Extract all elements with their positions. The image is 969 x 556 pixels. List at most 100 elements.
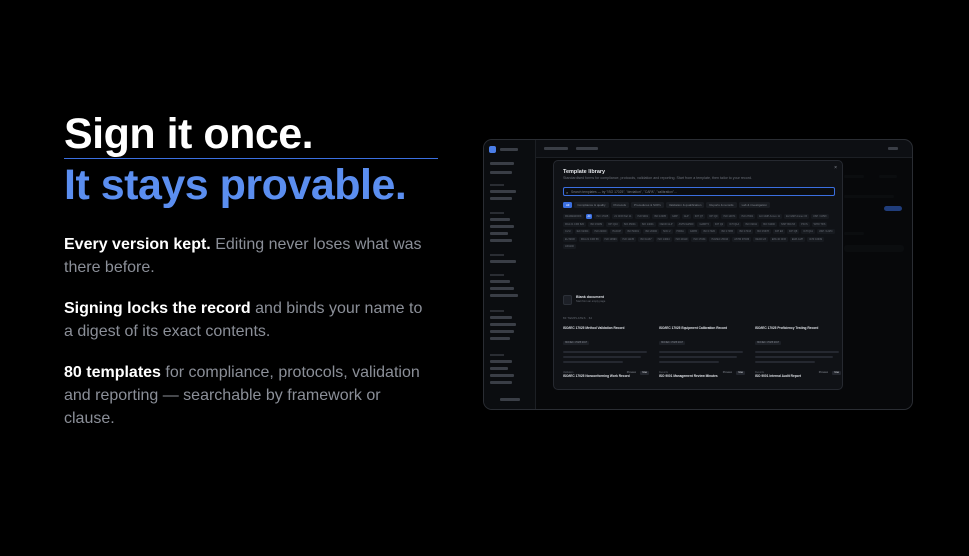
framework-chip[interactable]: ISO 11137 xyxy=(638,236,654,242)
framework-chip[interactable]: ISO 9001 xyxy=(635,214,651,219)
tab-5[interactable]: Reports & records xyxy=(706,202,737,208)
framework-chip[interactable]: EU GMP Annex 11 xyxy=(757,214,783,219)
framework-chip[interactable]: OECD 23 xyxy=(753,236,768,242)
tab-1[interactable]: Compliance & quality xyxy=(574,202,609,208)
framework-chip[interactable]: ISO 14001 xyxy=(639,221,656,227)
sidebar xyxy=(484,140,536,409)
hero: Sign it once. It stays provable. Every v… xyxy=(64,110,444,430)
framework-chip[interactable]: GLP xyxy=(681,214,691,219)
framework-chip[interactable]: ISO 27001 xyxy=(739,214,756,219)
framework-chip[interactable]: ISO 13485 xyxy=(652,214,668,219)
framework-chip[interactable]: ISO 50001 xyxy=(625,229,642,234)
tab-0[interactable]: All xyxy=(563,202,573,208)
framework-chip[interactable]: ISO 11135 xyxy=(620,236,637,242)
framework-chip[interactable]: PIC/S xyxy=(799,221,810,227)
template-library-modal: Template library Standardised forms for … xyxy=(553,160,843,390)
template-card[interactable]: ISO/IEC 17025 Proficiency Testing Record… xyxy=(755,326,841,376)
feature-templates: 80 templates for compliance, protocols, … xyxy=(64,364,420,427)
framework-chip[interactable]: ISO/IEC 25010 xyxy=(709,236,731,242)
framework-chip[interactable]: ISO 17025 xyxy=(594,214,611,219)
modal-title: Template library xyxy=(563,169,606,175)
framework-chip[interactable]: GMP xyxy=(669,214,680,219)
framework-chip[interactable]: ASTM E2500 xyxy=(676,221,696,227)
template-card-title: ISO 9001 Management Review Minutes xyxy=(659,374,718,378)
framework-chip[interactable]: ISO 15378 xyxy=(754,229,771,234)
framework-chip[interactable]: AS9100 xyxy=(563,244,576,249)
framework-chip[interactable]: ISO 14644 xyxy=(655,236,672,242)
template-search-input[interactable]: ⌕ Search templates — try "ISO 17025", "d… xyxy=(563,187,835,196)
tab-6[interactable]: Lab & investigation xyxy=(738,202,770,208)
framework-chip[interactable]: ISO 17020 xyxy=(701,229,718,234)
template-card-description xyxy=(563,351,647,353)
framework-chip[interactable]: ICH Q11 xyxy=(801,229,815,234)
framework-chip[interactable]: ISO 45001 xyxy=(621,221,638,227)
framework-chip[interactable]: EU GMP Annex 15 xyxy=(784,214,809,219)
framework-chip[interactable]: FDA 21 CFR 58 xyxy=(578,236,601,242)
tab-4[interactable]: Validation & qualification xyxy=(665,202,705,208)
framework-chip[interactable]: ISO 19011 xyxy=(743,221,759,227)
tab-2[interactable]: Protocols xyxy=(610,202,630,208)
framework-filter-chips: FRAMEWORK All ISO 17025 21 CFR Part 11 ISO 9… xyxy=(563,214,838,252)
feature-signing: Signing locks the record and binds your … xyxy=(64,300,423,340)
framework-chip[interactable]: EPA 40 CFR xyxy=(769,236,788,242)
framework-chip[interactable]: ICH Q1A xyxy=(727,221,742,227)
template-card[interactable]: ISO 9001 Management Review Minutes ISO 90… xyxy=(659,374,745,389)
framework-chip[interactable]: FDA 21 CFR 820 xyxy=(563,221,587,227)
framework-chip[interactable]: ISO 31000 xyxy=(760,221,777,227)
template-card-title: ISO/IEC 17025 Method Validation Record xyxy=(563,326,625,330)
template-card[interactable]: ISO/IEC 17025 Equipment Calibration Reco… xyxy=(659,326,745,376)
framework-chip[interactable]: ICH Q10 xyxy=(606,221,620,227)
template-count: 80 TEMPLATES · 62 xyxy=(563,316,593,320)
app-logo-icon xyxy=(489,146,496,153)
framework-chip[interactable]: ASTM D7036 xyxy=(732,236,752,242)
framework-chip[interactable]: WHO TRS xyxy=(811,221,828,227)
top-bar xyxy=(536,140,912,158)
template-card-framework: ISO/IEC 17025:2017 xyxy=(659,341,686,345)
framework-chip[interactable]: NIST 800-53 xyxy=(778,221,798,227)
close-icon[interactable]: × xyxy=(834,165,837,171)
framework-chip[interactable]: ISO 22000 xyxy=(592,229,609,234)
framework-chip[interactable]: ICH Q2 xyxy=(712,221,726,227)
framework-chip[interactable]: ISO 17034 xyxy=(691,236,708,242)
tab-3[interactable]: Procedures & SOPs xyxy=(631,202,664,208)
framework-chip[interactable]: GDPR xyxy=(687,229,700,234)
framework-chip[interactable]: EMA GVP xyxy=(789,236,806,242)
framework-chip[interactable]: ICH Q9 xyxy=(707,214,720,219)
template-card[interactable]: ISO/IEC 17025 Nonconforming Work Record I… xyxy=(563,374,649,390)
framework-chip[interactable]: EU MDR xyxy=(563,236,577,242)
framework-chip[interactable]: ISO 17065 xyxy=(719,229,735,234)
search-icon: ⌕ xyxy=(566,189,569,195)
framework-chip[interactable]: SOC 2 xyxy=(661,229,673,234)
framework-chip[interactable]: GAMP 5 xyxy=(697,221,711,227)
framework-chip[interactable]: HACCP xyxy=(610,229,624,234)
framework-chip[interactable]: IEC 62304 xyxy=(574,229,591,234)
template-card[interactable]: ISO 9001 Internal Audit Report ISO 9001:2… xyxy=(755,374,841,389)
template-card-title: ISO 9001 Internal Audit Report xyxy=(755,374,801,378)
framework-chip[interactable]: CLSI xyxy=(563,229,573,234)
headline-line-1: Sign it once. xyxy=(64,110,314,158)
framework-chip[interactable]: USP <1058> xyxy=(811,214,830,219)
framework-chip[interactable]: IATF 16949 xyxy=(807,236,825,242)
framework-chip[interactable]: ISO 14971 xyxy=(721,214,738,219)
framework-chip[interactable]: ICH E6 xyxy=(772,229,785,234)
framework-chip[interactable]: ISO 10993 xyxy=(602,236,619,242)
headline-line-2: It stays provable. xyxy=(64,161,407,209)
framework-chip[interactable]: All xyxy=(585,214,593,219)
framework-label: FRAMEWORK xyxy=(563,214,584,219)
template-card-framework: ISO/IEC 17025 xyxy=(563,389,583,390)
framework-chip[interactable]: USP <1225> xyxy=(816,229,836,234)
blank-document-option[interactable]: Blank document Start from an empty page xyxy=(563,294,643,307)
framework-chip[interactable]: ICH Q8 xyxy=(786,229,800,234)
document-icon xyxy=(563,295,572,305)
framework-chip[interactable]: ISO 15189 xyxy=(588,221,604,227)
framework-chip[interactable]: HIPAA xyxy=(674,229,686,234)
framework-chip[interactable]: ISO 17043 xyxy=(737,229,753,234)
template-card-title: ISO/IEC 17025 Nonconforming Work Record xyxy=(563,374,630,378)
template-card-framework: ISO/IEC 17025:2017 xyxy=(563,341,590,345)
framework-chip[interactable]: 21 CFR Part 11 xyxy=(612,214,634,219)
framework-chip[interactable]: ISO 29119 xyxy=(673,236,690,242)
framework-chip[interactable]: ICH Q7 xyxy=(692,214,706,219)
template-card[interactable]: ISO/IEC 17025 Method Validation Record IS… xyxy=(563,326,649,376)
framework-chip[interactable]: ISO 20000 xyxy=(643,229,660,234)
framework-chip[interactable]: OECD GLP xyxy=(657,221,675,227)
